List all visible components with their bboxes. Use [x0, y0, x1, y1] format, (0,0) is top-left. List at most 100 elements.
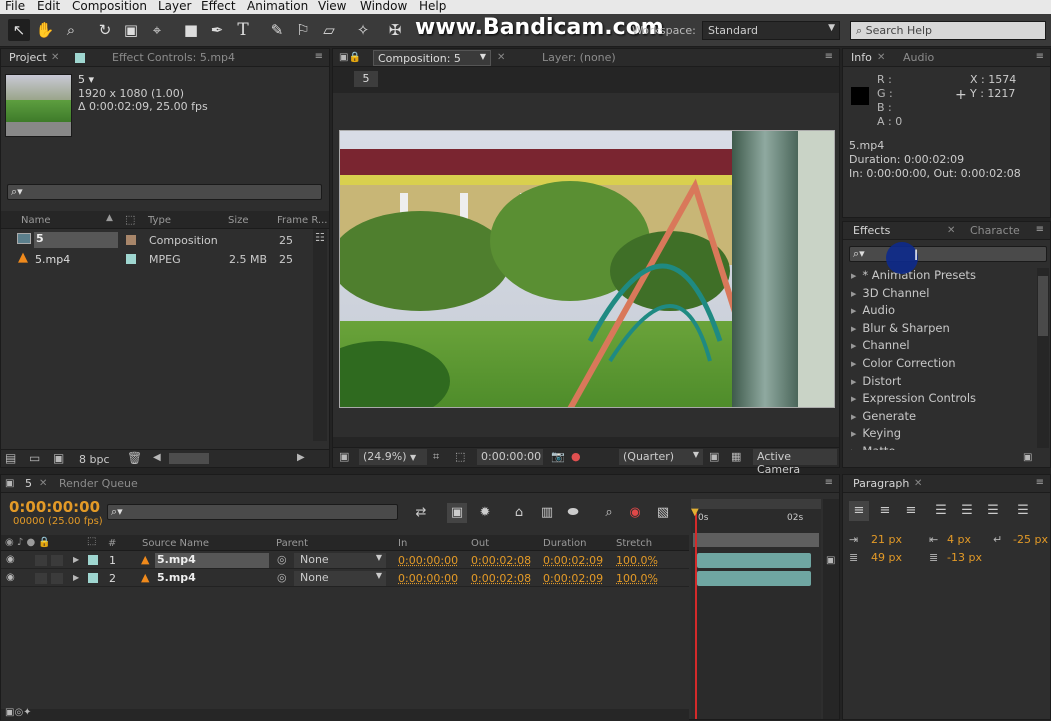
interpret-footage-icon[interactable]: ▤ [5, 451, 16, 465]
project-search-input[interactable]: ⌕▾ [7, 184, 322, 200]
effects-category-item[interactable]: Channel [851, 338, 909, 352]
always-preview-icon[interactable]: ▣ [339, 450, 349, 463]
trash-icon[interactable]: 🗑 [127, 451, 142, 465]
justify-all-icon[interactable]: ☰ [1013, 501, 1033, 521]
column-parent[interactable]: Parent [276, 538, 308, 549]
selection-tool-icon[interactable]: ↖ [8, 19, 30, 41]
panel-menu-icon[interactable]: ≡ [825, 477, 833, 488]
graph-editor-icon[interactable]: ⌕ [599, 503, 619, 523]
effects-scrollbar[interactable] [1037, 268, 1049, 448]
indent-left-value[interactable]: 21 px [871, 533, 902, 546]
justify-left-icon[interactable]: ☰ [931, 501, 951, 521]
tab-character[interactable]: Characte [970, 224, 1020, 237]
tab-composition[interactable]: Composition: 5 ▼ [373, 50, 491, 66]
column-source-name[interactable]: Source Name [142, 538, 209, 549]
label-color-swatch[interactable] [88, 573, 98, 583]
layer-1-duration-bar[interactable] [697, 553, 811, 568]
channel-icon[interactable]: ● [571, 450, 581, 463]
table-row[interactable]: ◉ ▶ 2 ▲ 5.mp4 ◎ None ▼ 0:00:00:00 0:00:02:08 0:00:… [1, 570, 689, 587]
search-help-input[interactable]: ⌕ Search Help [850, 21, 1046, 40]
safe-zones-icon[interactable]: ⌗ [433, 450, 439, 464]
layer-2-duration-bar[interactable] [697, 571, 811, 586]
eye-icon[interactable]: ◉ [6, 572, 15, 583]
tab-effect-controls[interactable]: Effect Controls: 5.mp4 [112, 51, 235, 64]
menu-effect[interactable]: Effect [201, 0, 236, 13]
frame-blending-icon[interactable]: ⌂ [509, 503, 529, 523]
new-folder-icon[interactable]: ▭ [29, 451, 40, 465]
panel-menu-icon[interactable]: ≡ [825, 51, 833, 62]
expand-triangle-icon[interactable]: ▶ [73, 573, 79, 582]
magnification-dropdown[interactable]: (24.9%) ▼ [359, 449, 427, 465]
pen-tool-icon[interactable]: ✒ [206, 19, 228, 41]
panel-menu-icon[interactable]: ≡ [1036, 477, 1044, 488]
close-icon[interactable]: ✕ [51, 52, 59, 63]
table-row[interactable]: ◉ ▶ 1 ▲ 5.mp4 ◎ None ▼ 0:00:00:00 0:00:02:08 0:00:… [1, 552, 689, 569]
close-icon[interactable]: ✕ [877, 52, 885, 63]
layer-in[interactable]: 0:00:00:00 [398, 554, 458, 567]
current-time-indicator[interactable] [695, 513, 697, 719]
expand-triangle-icon[interactable]: ▶ [73, 555, 79, 564]
menu-help[interactable]: Help [419, 0, 446, 13]
timeline-scrollbar[interactable]: ▣ [823, 499, 839, 719]
transparency-grid-icon[interactable]: ▦ [731, 450, 741, 463]
justify-right-icon[interactable]: ☰ [983, 501, 1003, 521]
scroll-right-icon[interactable]: ▶ [297, 452, 305, 463]
eye-icon[interactable]: ◉ [6, 554, 15, 565]
menu-composition[interactable]: Composition [72, 0, 147, 13]
column-stretch[interactable]: Stretch [616, 538, 652, 549]
eraser-tool-icon[interactable]: ▱ [318, 19, 340, 41]
solo-toggle[interactable] [35, 573, 47, 584]
hand-tool-icon[interactable]: ✋ [34, 19, 56, 41]
menu-edit[interactable]: Edit [37, 0, 60, 13]
close-icon[interactable]: ✕ [947, 225, 955, 236]
current-timecode[interactable]: 0:00:00:00 [9, 498, 100, 516]
effects-category-item[interactable]: Expression Controls [851, 391, 976, 405]
layer-in[interactable]: 0:00:00:00 [398, 572, 458, 585]
tab-effects-presets[interactable]: Effects [853, 224, 890, 237]
region-of-interest-icon[interactable]: ▣ [709, 450, 719, 463]
hierarchy-icon[interactable]: ☷ [315, 231, 325, 244]
effects-category-item[interactable]: * Animation Presets [851, 268, 976, 282]
effects-category-item[interactable]: Audio [851, 303, 895, 317]
effects-category-item[interactable]: Generate [851, 409, 916, 423]
current-time-display[interactable]: 0:00:00:00 [477, 449, 543, 465]
tab-render-queue[interactable]: Render Queue [59, 477, 138, 490]
column-type[interactable]: Type [148, 215, 171, 226]
tab-info[interactable]: Info [851, 51, 872, 64]
scroll-left-icon[interactable]: ◀ [153, 452, 161, 463]
effects-search-input[interactable]: ⌕▾ [849, 246, 1047, 262]
comp-button-icon[interactable]: ▣ [826, 555, 835, 566]
effects-category-item[interactable]: Color Correction [851, 356, 955, 370]
tab-timeline[interactable]: 5 [25, 477, 32, 490]
pan-behind-tool-icon[interactable]: ⌖ [146, 19, 168, 41]
menu-animation[interactable]: Animation [247, 0, 308, 13]
breadcrumb[interactable]: 5 [354, 71, 378, 87]
column-name[interactable]: Name [21, 215, 51, 226]
pickwhip-icon[interactable]: ◎ [277, 571, 287, 584]
rectangle-tool-icon[interactable]: ■ [180, 19, 202, 41]
close-icon[interactable]: ✕ [497, 52, 505, 63]
rotate-tool-icon[interactable]: ↻ [94, 19, 116, 41]
graph-toggle-icon[interactable]: ▧ [653, 503, 673, 523]
space-before-value[interactable]: 49 px [871, 551, 902, 564]
puppet-pin-tool-icon[interactable]: ✠ [384, 19, 406, 41]
lock-toggle[interactable] [51, 555, 63, 566]
tab-audio[interactable]: Audio [903, 51, 934, 64]
zoom-tool-icon[interactable]: ⌕ [60, 19, 82, 41]
work-area-bar[interactable] [691, 499, 821, 509]
column-in[interactable]: In [398, 538, 407, 549]
time-navigator[interactable] [693, 533, 819, 547]
layer-out[interactable]: 0:00:02:08 [471, 554, 531, 567]
snapshot-icon[interactable]: 📷 [551, 450, 565, 463]
layer-out[interactable]: 0:00:02:08 [471, 572, 531, 585]
camera-tool-icon[interactable]: ▣ [120, 19, 142, 41]
workspace-dropdown[interactable]: Standard ▼ [702, 21, 840, 40]
effects-category-item[interactable]: Blur & Sharpen [851, 321, 949, 335]
tab-project[interactable]: Project [9, 51, 47, 64]
resolution-dropdown[interactable]: (Quarter) ▼ [619, 449, 703, 465]
first-line-indent-value[interactable]: -25 px [1013, 533, 1048, 546]
panel-menu-icon[interactable]: ≡ [315, 51, 323, 62]
layer-duration[interactable]: 0:00:02:09 [543, 554, 603, 567]
column-duration[interactable]: Duration [543, 538, 586, 549]
horizontal-scroll-thumb[interactable] [169, 453, 209, 464]
